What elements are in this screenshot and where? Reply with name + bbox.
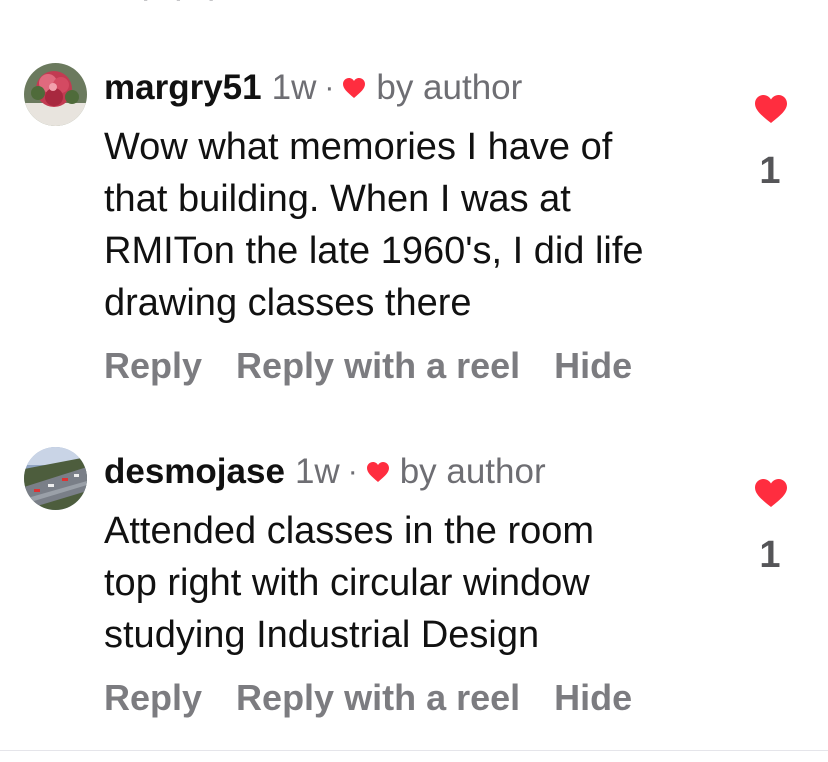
comment-line: drawing classes there (104, 282, 472, 324)
comment-text: Attended classes in the room top right w… (104, 505, 724, 661)
like-count: 1 (759, 534, 781, 576)
previous-comment-fragment: · · · (140, 0, 300, 8)
reply-with-reel-button[interactable]: Reply with a reel (236, 345, 520, 387)
reply-with-reel-button[interactable]: Reply with a reel (236, 677, 520, 719)
comment-line: Attended classes in the room (104, 510, 595, 552)
author-heart-icon (343, 78, 366, 98)
highway-avatar-image (24, 447, 87, 510)
comment-actions: Reply Reply with a reel Hide (104, 345, 632, 387)
separator-dot: · (324, 71, 335, 104)
timestamp: 1w (294, 452, 340, 491)
hide-button[interactable]: Hide (554, 345, 632, 387)
like-count: 1 (759, 150, 781, 192)
avatar[interactable] (24, 447, 87, 510)
comment-line: studying Industrial Design (104, 614, 540, 656)
username[interactable]: desmojase (104, 452, 285, 492)
comment-actions: Reply Reply with a reel Hide (104, 677, 632, 719)
username[interactable]: margry51 (104, 68, 262, 108)
comment-line: Wow what memories I have of (104, 126, 613, 168)
flower-avatar-image (24, 63, 87, 126)
comment-header: desmojase 1w · by author (104, 452, 546, 492)
comment-text: Wow what memories I have of that buildin… (104, 121, 724, 329)
hide-button[interactable]: Hide (554, 677, 632, 719)
like-heart-icon[interactable] (754, 478, 788, 508)
author-heart-icon (366, 462, 389, 482)
timestamp: 1w (271, 68, 317, 107)
divider (0, 750, 828, 751)
reply-button[interactable]: Reply (104, 677, 202, 719)
separator-dot: · (347, 455, 358, 488)
reply-button[interactable]: Reply (104, 345, 202, 387)
avatar[interactable] (24, 63, 87, 126)
by-author-label: by author (376, 68, 523, 107)
by-author-label: by author (399, 452, 546, 491)
comment-header: margry51 1w · by author (104, 68, 522, 108)
comment-line: RMITon the late 1960's, I did life (104, 230, 644, 272)
comment-line: that building. When I was at (104, 178, 571, 220)
like-heart-icon[interactable] (754, 94, 788, 124)
comment-line: top right with circular window (104, 562, 590, 604)
